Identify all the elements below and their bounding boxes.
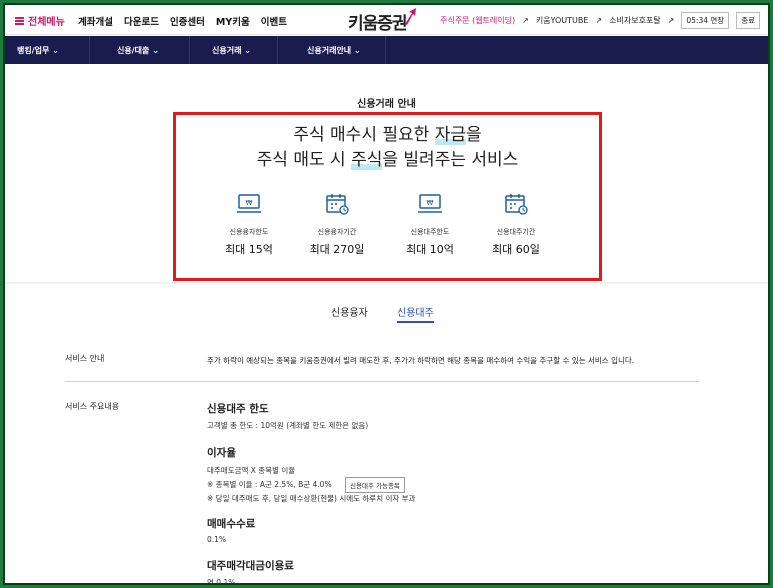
lending-fee-heading: 대주매각대금이용료 [207,560,294,572]
service-info-title: 서비스 안내 [65,354,105,363]
section-divider [5,282,768,284]
limit-heading: 신용대주 한도 [207,403,269,415]
logout-button[interactable]: 종료 [736,12,760,29]
utility-links: 주식주문 (웹트레이딩) ↗ 키움YOUTUBE ↗ 소비자보호포탈 ↗ 05:… [440,12,760,29]
tab-stock-borrowing[interactable]: 신용대주 [397,304,434,323]
main-nav-bar: 뱅킹/업무 ⌄ 신용/대출 ⌄ 신용거래 ⌄ 신용거래안내 ⌄ [5,36,768,64]
calendar-icon [326,194,349,215]
logo[interactable]: 키움증권 [348,9,408,34]
external-link-icon: ↗ [522,16,529,25]
stat-value: 최대 10억 [406,243,454,256]
nav-divider [89,36,90,64]
nav-credit-guide[interactable]: 신용거래안내 ⌄ [307,45,361,56]
row-divider [65,381,699,382]
stat-label: 신용융자기간 [317,228,357,236]
tab-margin-loan[interactable]: 신용융자 [331,304,368,319]
headline-line-2: 주식 매도 시 주식을 빌려주는 서비스 [256,150,519,170]
rate-text-1: 대주매도금액 X 종목별 이율 [207,466,296,475]
lending-fee-text: 연 0.1% [207,578,236,585]
nav-banking[interactable]: 뱅킹/업무 ⌄ [17,45,59,56]
stat-value: 최대 60일 [492,243,540,256]
youtube-link[interactable]: 키움YOUTUBE [536,15,589,26]
rate-text-3: ※ 당일 대주매도 후, 당일 매수상환(현물) 시에도 하루치 이자 부과 [207,494,416,503]
session-extend-button[interactable]: 05:34 연장 [681,12,730,29]
nav-download[interactable]: 다운로드 [124,14,159,28]
stat-label: 신용대주한도 [410,228,450,236]
service-main-title: 서비스 주요내용 [65,402,120,411]
rate-text-2: ※ 종목별 이율 : A군 2.5%, B군 4.0% [207,480,332,489]
calendar-icon [505,194,528,215]
external-link-icon: ↗ [667,16,675,25]
money-icon: ₩ [418,194,442,213]
fee-text: 0.1% [207,535,227,544]
top-nav: 계좌개설 다운로드 인증센터 MY키움 이벤트 [78,14,287,28]
eligible-stocks-button[interactable]: 신용대주 가능종목 [345,477,405,493]
stat-value: 최대 270일 [309,243,365,256]
logo-arrow-icon [405,8,416,25]
stat-value: 최대 15억 [225,243,273,256]
nav-divider [189,36,190,64]
browser-frame: 전체메뉴 계좌개설 다운로드 인증센터 MY키움 이벤트 키움증권 주식주문 (… [3,3,770,585]
stat-short-limit: ₩ 신용대주한도 최대 10억 [390,193,470,257]
top-bar: 전체메뉴 계좌개설 다운로드 인증센터 MY키움 이벤트 키움증권 주식주문 (… [5,5,768,35]
stat-label: 신용대주기간 [496,228,536,236]
rate-heading: 이자율 [207,447,236,459]
headline-line-1: 주식 매수시 필요한 자금을 [293,125,482,145]
nav-event[interactable]: 이벤트 [261,14,287,28]
nav-account-open[interactable]: 계좌개설 [78,14,113,28]
svg-text:₩: ₩ [427,199,434,207]
external-link-icon: ↗ [595,16,603,25]
hero-label: 신용거래 안내 [357,99,416,110]
web-trading-link[interactable]: 주식주문 (웹트레이딩) [440,15,515,26]
nav-divider [385,36,386,64]
money-icon: ₩ [237,194,261,213]
stat-margin-loan-period: 신용융자기간 최대 270일 [297,193,377,257]
service-info-text: 주가 하락이 예상되는 종목을 키움증권에서 빌려 매도한 후, 주가가 하락하… [207,356,635,365]
nav-cert-center[interactable]: 인증센터 [170,14,205,28]
nav-my-kiwoom[interactable]: MY키움 [216,14,250,28]
consumer-portal-link[interactable]: 소비자보호포탈 [609,15,661,26]
hamburger-icon [15,16,24,25]
nav-credit-trading[interactable]: 신용거래 ⌄ [212,45,251,56]
all-menu-button[interactable]: 전체메뉴 [15,13,65,28]
stat-short-period: 신용대주기간 최대 60일 [476,193,556,257]
fee-heading: 매매수수료 [207,518,256,530]
svg-text:₩: ₩ [246,199,253,207]
hero-section: 신용거래 안내 주식 매수시 필요한 자금을 주식 매도 시 주식을 빌려주는 … [5,64,768,282]
stat-label: 신용융자한도 [229,228,269,236]
nav-divider [277,36,278,64]
limit-text: 고객별 총 한도 : 10억원 (계좌별 한도 제한은 없음) [207,421,369,430]
nav-credit-loan[interactable]: 신용/대출 ⌄ [117,45,159,56]
stat-margin-loan-limit: ₩ 신용융자한도 최대 15억 [209,193,289,257]
all-menu-label: 전체메뉴 [28,17,65,28]
